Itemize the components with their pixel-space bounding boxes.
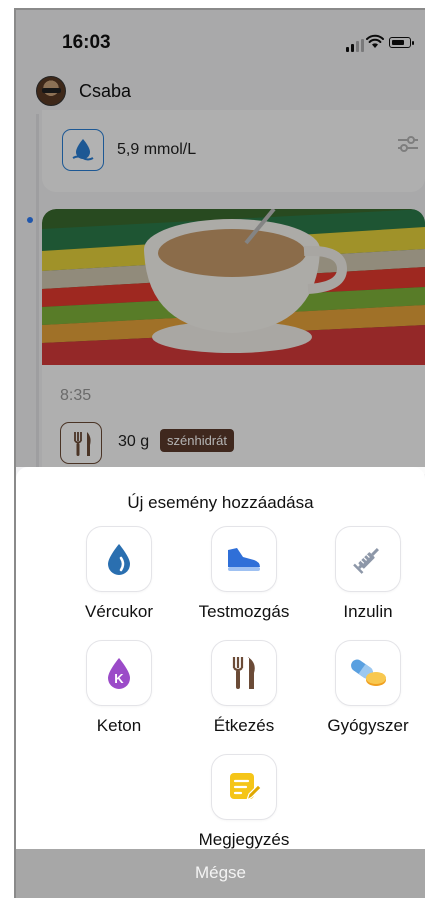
event-option-label: Testmozgás [198, 602, 290, 621]
event-option-label: Inzulin [343, 602, 393, 621]
event-option-blood-glucose[interactable]: Vércukor [59, 526, 179, 626]
event-option-insulin[interactable]: Inzulin [308, 526, 425, 626]
event-option-ketone[interactable]: K Keton [59, 640, 179, 740]
note-icon [211, 754, 277, 820]
event-option-label: Vércukor [84, 602, 154, 621]
cancel-label: Mégse [194, 863, 247, 882]
cancel-button[interactable]: Mégse [16, 849, 425, 898]
event-option-label: Megjegyzés [198, 830, 290, 849]
svg-text:K: K [114, 671, 124, 686]
blood-drop-icon [86, 526, 152, 592]
ketone-drop-icon: K [86, 640, 152, 706]
event-option-meal[interactable]: Étkezés [184, 640, 304, 740]
event-option-label: Gyógyszer [327, 716, 409, 735]
syringe-icon [335, 526, 401, 592]
add-event-sheet: Új esemény hozzáadása Vércukor Testmozgá… [16, 467, 425, 849]
pills-icon [335, 640, 401, 706]
event-option-medication[interactable]: Gyógyszer [308, 640, 425, 740]
phone-screen: 16:03 Csaba 5,9 mmol/L 8:35 30 g szénhid… [0, 0, 425, 898]
event-option-exercise[interactable]: Testmozgás [184, 526, 304, 626]
fork-knife-icon [211, 640, 277, 706]
event-option-label: Étkezés [213, 716, 275, 735]
event-option-label: Keton [96, 716, 142, 735]
app-screen: 16:03 Csaba 5,9 mmol/L 8:35 30 g szénhid… [16, 10, 425, 898]
sheet-title: Új esemény hozzáadása [127, 493, 314, 512]
modal-overlay[interactable] [16, 10, 425, 467]
sneaker-icon [211, 526, 277, 592]
event-option-note[interactable]: Megjegyzés [184, 754, 304, 854]
